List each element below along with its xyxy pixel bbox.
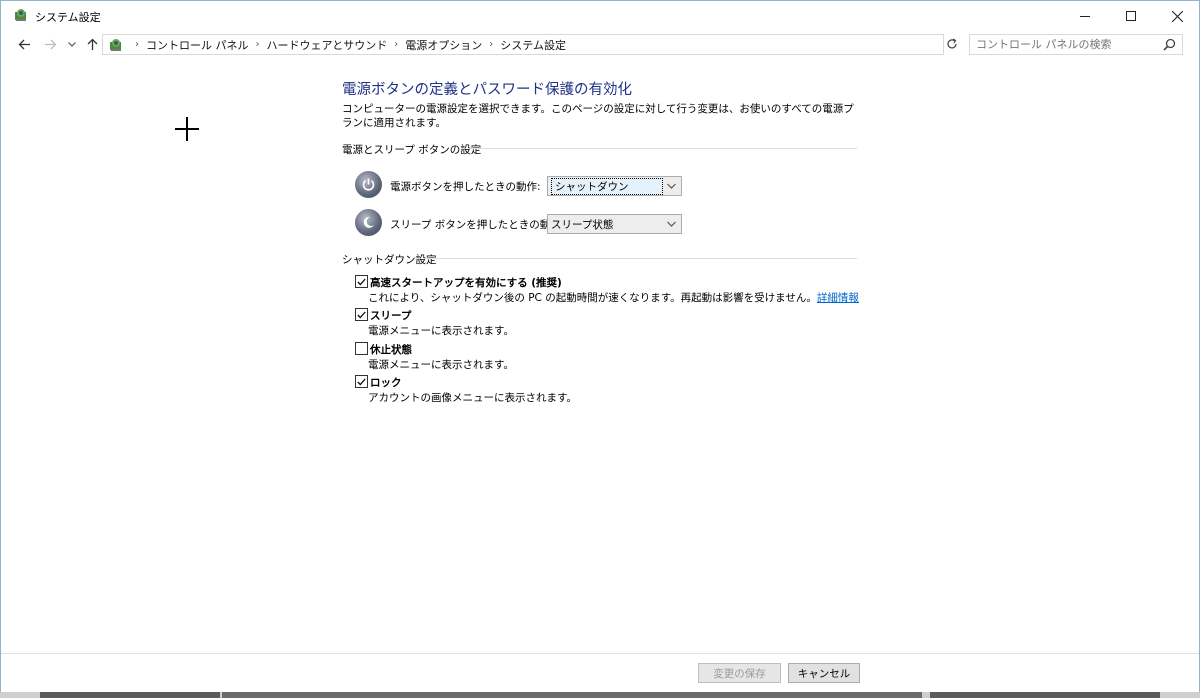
power-button-row: 電源ボタンを押したときの動作: シャットダウン	[355, 171, 685, 199]
navigation-bar: › コントロール パネル › ハードウェアとサウンド › 電源オプション › シ…	[1, 31, 1199, 57]
search-input[interactable]	[970, 35, 1155, 54]
refresh-button[interactable]	[944, 34, 960, 54]
up-button[interactable]	[83, 35, 101, 53]
control-panel-icon	[110, 38, 121, 51]
shutdown-section-heading: シャットダウン設定	[342, 254, 437, 266]
checkmark-icon	[357, 278, 366, 285]
forward-arrow-icon	[44, 39, 56, 49]
breadcrumb-control-panel[interactable]: コントロール パネル	[146, 37, 249, 53]
taskbar-segment	[40, 692, 220, 698]
minimize-icon	[1080, 15, 1090, 17]
power-icon	[355, 171, 382, 198]
system-settings-window: システム設定 › コントロール パネル › ハードウェアとサウンド › 電源オプ…	[0, 0, 1200, 692]
hibernate-description: 電源メニューに表示されます。	[368, 359, 514, 371]
fast-startup-label[interactable]: 高速スタートアップを有効にする (推奨)	[370, 275, 562, 290]
chevron-right-icon: ›	[489, 39, 494, 50]
main-content: 電源ボタンの定義とパスワード保護の有効化 コンピューターの電源設定を選択できます…	[1, 57, 1199, 653]
sleep-label[interactable]: スリープ	[370, 308, 411, 323]
forward-button[interactable]	[41, 35, 59, 53]
chevron-right-icon: ›	[135, 39, 139, 50]
maximize-button[interactable]	[1108, 1, 1154, 31]
sleep-button-action-label: スリープ ボタンを押したときの動作:	[390, 219, 565, 231]
chevron-down-icon	[68, 41, 76, 47]
section-divider	[469, 148, 857, 149]
crosshair-cursor-icon	[175, 117, 199, 141]
recent-locations-button[interactable]	[63, 35, 81, 53]
page-description: コンピューターの電源設定を選択できます。このページの設定に対して行う変更は、お使…	[342, 103, 854, 129]
close-icon	[1171, 10, 1183, 22]
footer-bar: 変更の保存 キャンセル	[1, 654, 1199, 692]
save-changes-button[interactable]: 変更の保存	[698, 663, 781, 683]
back-button[interactable]	[15, 35, 33, 53]
fast-startup-description-text: これにより、シャットダウン後の PC の起動時間が速くなります。再起動は影響を受…	[368, 292, 817, 304]
lock-description: アカウントの画像メニューに表示されます。	[368, 392, 577, 404]
power-button-action-select[interactable]: シャットダウン	[547, 176, 682, 196]
cancel-button[interactable]: キャンセル	[788, 663, 860, 683]
sleep-button-row: スリープ ボタンを押したときの動作: スリープ状態	[355, 209, 685, 237]
checkmark-icon	[357, 378, 366, 385]
close-button[interactable]	[1154, 1, 1200, 31]
chevron-down-icon	[667, 183, 676, 189]
taskbar-segment	[930, 692, 1160, 698]
page-title: 電源ボタンの定義とパスワード保護の有効化	[342, 82, 632, 98]
control-panel-icon	[15, 9, 26, 21]
checkmark-icon	[357, 311, 366, 318]
back-arrow-icon	[18, 39, 30, 49]
search-icon	[1163, 38, 1176, 51]
section-divider	[425, 258, 857, 259]
breadcrumb: › コントロール パネル › ハードウェアとサウンド › 電源オプション › シ…	[128, 37, 566, 53]
chevron-right-icon: ›	[394, 39, 399, 50]
taskbar-segment	[222, 692, 922, 698]
window-title: システム設定	[35, 11, 101, 24]
title-bar: システム設定	[1, 1, 1199, 31]
sleep-moon-icon	[355, 209, 382, 236]
power-sleep-section-heading: 電源とスリープ ボタンの設定	[342, 144, 482, 156]
lock-checkbox[interactable]	[355, 375, 368, 388]
sleep-checkbox[interactable]	[355, 308, 368, 321]
sleep-description: 電源メニューに表示されます。	[368, 325, 514, 337]
fast-startup-checkbox[interactable]	[355, 275, 368, 288]
refresh-icon	[947, 38, 957, 49]
taskbar-edge	[0, 692, 1200, 698]
breadcrumb-hardware-sound[interactable]: ハードウェアとサウンド	[267, 37, 388, 53]
sleep-button-action-value: スリープ状態	[551, 218, 614, 231]
power-button-action-value: シャットダウン	[551, 177, 663, 195]
hibernate-checkbox[interactable]	[355, 342, 368, 355]
maximize-icon	[1126, 11, 1136, 21]
minimize-button[interactable]	[1062, 1, 1108, 31]
lock-label[interactable]: ロック	[370, 375, 402, 390]
sleep-button-action-select[interactable]: スリープ状態	[547, 214, 682, 234]
search-box[interactable]	[969, 34, 1183, 55]
chevron-down-icon	[667, 221, 676, 227]
hibernate-label[interactable]: 休止状態	[370, 342, 412, 357]
power-button-action-label: 電源ボタンを押したときの動作:	[390, 181, 541, 193]
up-arrow-icon	[87, 38, 97, 50]
more-info-link[interactable]: 詳細情報	[817, 292, 859, 304]
address-bar[interactable]: › コントロール パネル › ハードウェアとサウンド › 電源オプション › シ…	[102, 34, 1039, 55]
chevron-right-icon: ›	[255, 39, 260, 50]
fast-startup-description: これにより、シャットダウン後の PC の起動時間が速くなります。再起動は影響を受…	[368, 290, 859, 305]
breadcrumb-system-settings[interactable]: システム設定	[500, 37, 566, 53]
breadcrumb-power-options[interactable]: 電源オプション	[405, 37, 482, 53]
